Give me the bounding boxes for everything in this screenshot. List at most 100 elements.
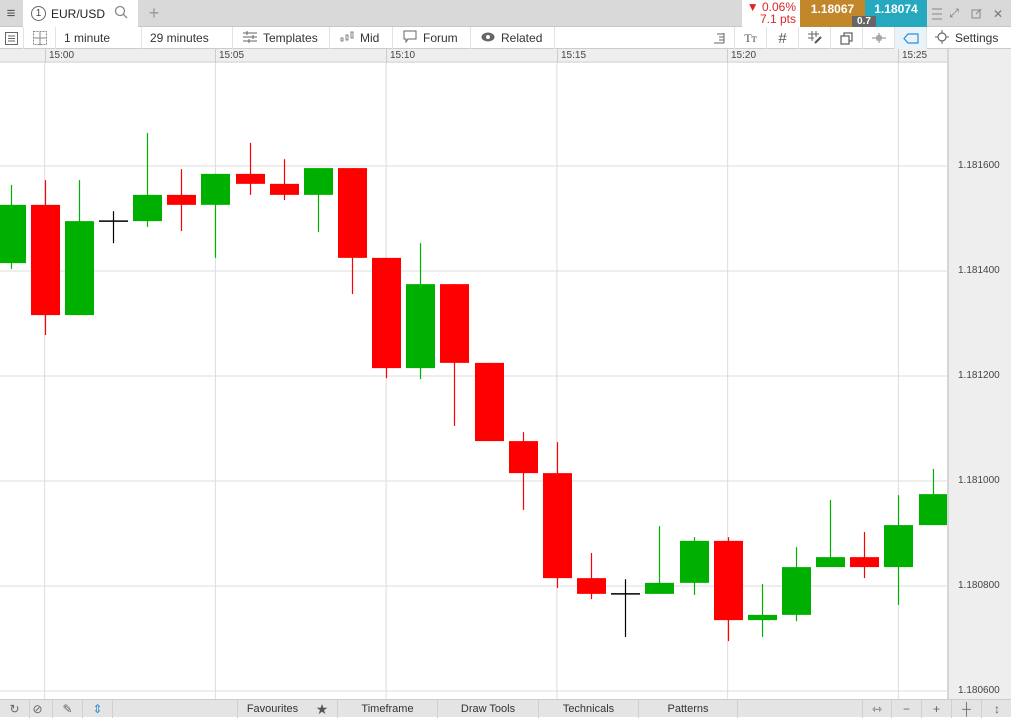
vertical-scale-icon[interactable]: ↕ bbox=[982, 700, 1011, 718]
chat-bubble-icon bbox=[403, 30, 417, 46]
favourites-tab[interactable]: Favourites bbox=[237, 700, 307, 718]
candle-body bbox=[816, 557, 845, 568]
y-tick-label: 1.180600 bbox=[958, 685, 1000, 696]
patterns-tab[interactable]: Patterns bbox=[638, 700, 738, 718]
fit-chart-icon[interactable]: ⇿ bbox=[862, 700, 892, 718]
candle-body bbox=[680, 540, 709, 583]
range-label: 29 minutes bbox=[150, 31, 209, 45]
sliders-icon bbox=[243, 30, 257, 46]
candle-body bbox=[338, 168, 367, 258]
candle-body bbox=[884, 525, 913, 568]
favourites-label: Favourites bbox=[246, 703, 299, 715]
candle-body bbox=[406, 284, 435, 369]
candle-body bbox=[748, 614, 777, 621]
candle-body bbox=[167, 194, 196, 205]
list-icon[interactable] bbox=[0, 27, 24, 49]
popout-icon[interactable] bbox=[966, 0, 986, 27]
interval-label: 1 minute bbox=[64, 31, 111, 45]
range-selector[interactable]: 29 minutes bbox=[142, 27, 233, 49]
price-tag-icon[interactable] bbox=[895, 27, 927, 49]
x-tick-label: 15:05 bbox=[215, 49, 244, 63]
candle-body bbox=[714, 540, 743, 621]
candle-body bbox=[645, 582, 674, 594]
zoom-out-icon[interactable]: − bbox=[892, 700, 922, 718]
crosshair-icon[interactable] bbox=[863, 27, 895, 49]
bottom-bar: ↻ ⊘ ✎ ⇕ Favourites ★ Timeframe Draw Tool… bbox=[0, 699, 1011, 718]
candle-body bbox=[65, 221, 94, 316]
text-align-icon[interactable] bbox=[703, 27, 735, 49]
candle-body bbox=[543, 473, 572, 579]
plus-icon[interactable]: + bbox=[145, 2, 163, 24]
y-tick-label: 1.181200 bbox=[958, 370, 1000, 381]
price-type-label: Mid bbox=[360, 31, 380, 45]
candle-body bbox=[236, 173, 265, 184]
close-icon[interactable]: ✕ bbox=[988, 0, 1008, 27]
x-tick-label: 15:10 bbox=[386, 49, 415, 63]
clear-icon[interactable]: ⊘ bbox=[23, 700, 53, 718]
forum-label: Forum bbox=[423, 31, 458, 45]
layout-grid-icon[interactable] bbox=[24, 27, 56, 49]
instrument-tab[interactable]: 1 EUR/USD bbox=[23, 0, 138, 27]
gear-icon bbox=[935, 29, 949, 47]
chart-toolbar: 1 minute 29 minutes Templates Mid Forum … bbox=[0, 27, 1011, 49]
price-axis[interactable]: 1.181600 1.181400 1.181200 1.181000 1.180800… bbox=[947, 49, 1011, 699]
symbol-label: EUR/USD bbox=[51, 6, 106, 21]
candle-body bbox=[850, 557, 879, 568]
related-label: Related bbox=[501, 31, 543, 45]
candles-icon bbox=[340, 31, 354, 46]
grid-icon[interactable]: # bbox=[767, 27, 799, 49]
x-tick-label: 15:15 bbox=[557, 49, 586, 63]
expand-icon[interactable]: ⤢ bbox=[944, 0, 964, 27]
change-points: 7.1 pts bbox=[759, 12, 796, 26]
time-axis: 15:00 15:05 15:10 15:15 15:20 15:25 bbox=[0, 49, 947, 63]
settings-label: Settings bbox=[955, 31, 999, 45]
candle-body bbox=[919, 494, 947, 526]
candle-body bbox=[372, 257, 401, 369]
forum-button[interactable]: Forum bbox=[393, 27, 471, 49]
y-tick-label: 1.181000 bbox=[958, 475, 1000, 486]
candle-body bbox=[782, 567, 811, 615]
y-tick-label: 1.180800 bbox=[958, 580, 1000, 591]
candlestick-chart[interactable] bbox=[0, 63, 947, 699]
technicals-label: Technicals bbox=[562, 703, 615, 715]
grid-color-icon[interactable] bbox=[799, 27, 831, 49]
x-tick-label: 15:00 bbox=[45, 49, 74, 63]
technicals-tab[interactable]: Technicals bbox=[538, 700, 638, 718]
crosshair-toggle-icon[interactable]: ┼ bbox=[952, 700, 982, 718]
timeframe-tab[interactable]: Timeframe bbox=[337, 700, 437, 718]
templates-button[interactable]: Templates bbox=[233, 27, 330, 49]
y-tick-label: 1.181600 bbox=[958, 160, 1000, 171]
zoom-in-icon[interactable]: + bbox=[922, 700, 952, 718]
search-icon[interactable] bbox=[114, 5, 128, 22]
candle-body bbox=[440, 284, 469, 363]
x-tick-label: 15:25 bbox=[898, 49, 927, 63]
candle-body bbox=[201, 173, 230, 205]
candle-body bbox=[31, 204, 60, 316]
star-icon[interactable]: ★ bbox=[307, 700, 337, 718]
layers-icon[interactable] bbox=[831, 27, 863, 49]
related-button[interactable]: Related bbox=[471, 27, 555, 49]
font-size-icon[interactable]: Tт bbox=[735, 27, 767, 49]
interval-selector[interactable]: 1 minute bbox=[56, 27, 142, 49]
candle-body bbox=[475, 362, 504, 442]
candle-body bbox=[509, 441, 538, 474]
candle-body bbox=[577, 578, 606, 594]
price-change: ▼ 0.06% 7.1 pts bbox=[742, 0, 800, 27]
y-tick-label: 1.181400 bbox=[958, 265, 1000, 276]
price-type-button[interactable]: Mid bbox=[330, 27, 393, 49]
patterns-label: Patterns bbox=[667, 703, 709, 715]
settings-button[interactable]: Settings bbox=[927, 27, 1011, 49]
timeframe-label: Timeframe bbox=[361, 703, 414, 715]
eye-icon bbox=[481, 31, 495, 45]
pencil-icon[interactable]: ✎ bbox=[53, 700, 83, 718]
hamburger-menu-icon[interactable]: ≡ bbox=[0, 0, 22, 27]
scale-arrows-icon[interactable]: ⇕ bbox=[83, 700, 113, 718]
candle-body bbox=[270, 183, 299, 195]
candle-body bbox=[0, 204, 26, 264]
x-tick-label: 15:20 bbox=[727, 49, 756, 63]
top-bar: ≡ 1 EUR/USD + ▼ 0.06% 7.1 pts 1.18067 1.… bbox=[0, 0, 1011, 27]
candle-body bbox=[304, 168, 333, 195]
draw-tools-tab[interactable]: Draw Tools bbox=[437, 700, 538, 718]
draw-tools-label: Draw Tools bbox=[460, 703, 516, 715]
templates-label: Templates bbox=[263, 31, 318, 45]
